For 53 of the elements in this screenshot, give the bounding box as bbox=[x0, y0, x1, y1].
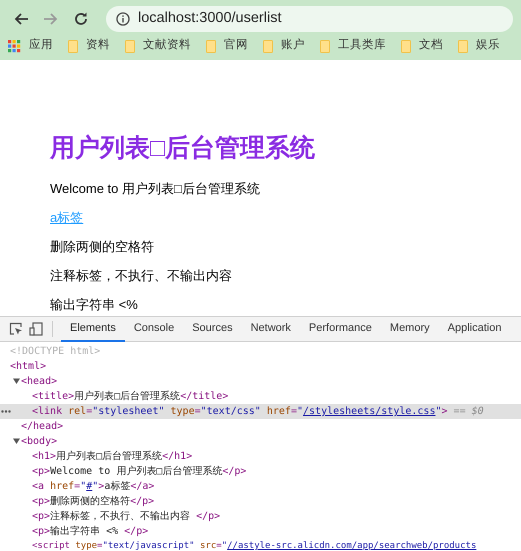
folder-icon bbox=[68, 40, 78, 52]
devtools-tab[interactable]: Console bbox=[124, 317, 184, 342]
paragraph: Welcome to 用户列表□后台管理系统 bbox=[50, 181, 261, 197]
devtools-tab[interactable]: Application bbox=[438, 317, 510, 342]
info-icon[interactable] bbox=[116, 12, 130, 26]
dom-line[interactable]: <a href="#">a标签</a> bbox=[0, 479, 521, 494]
devtools-tab[interactable]: Network bbox=[242, 317, 300, 342]
back-arrow-icon[interactable] bbox=[13, 11, 29, 27]
code-link[interactable]: /stylesheets/style.css bbox=[303, 406, 436, 417]
ellipsis-icon[interactable] bbox=[1, 410, 11, 413]
bookmark-item[interactable]: 文献资料 bbox=[125, 37, 191, 55]
bookmark-item[interactable]: 资料 bbox=[68, 37, 110, 55]
devtools-tab[interactable]: Elements bbox=[61, 317, 125, 342]
folder-icon bbox=[401, 40, 411, 52]
paragraph: 注释标签，不执行、不输出内容 bbox=[50, 268, 233, 284]
bookmark-item[interactable]: 文档 bbox=[401, 37, 443, 55]
dom-line[interactable]: </head> bbox=[0, 419, 521, 434]
dom-line[interactable]: <body> bbox=[0, 434, 521, 449]
folder-icon bbox=[458, 40, 468, 52]
page-heading: 用户列表□后台管理系统 bbox=[50, 133, 316, 163]
folder-icon bbox=[125, 40, 135, 52]
devtools-tab[interactable]: Performance bbox=[300, 317, 381, 342]
paragraph: 输出字符串 <% bbox=[50, 297, 139, 313]
dom-line[interactable]: <p>注释标签，不执行、不输出内容 </p> bbox=[0, 509, 521, 524]
dom-line[interactable]: <html> bbox=[0, 359, 521, 374]
bookmark-item[interactable]: 娱乐 bbox=[458, 37, 500, 55]
expand-arrow-icon[interactable] bbox=[12, 377, 21, 386]
folder-icon bbox=[206, 40, 216, 52]
apps-icon bbox=[8, 40, 21, 52]
dom-line[interactable]: <p>删除两侧的空格符</p> bbox=[0, 494, 521, 509]
bookmark-item[interactable]: 应用 bbox=[8, 37, 53, 55]
devtools-tab[interactable]: Memory bbox=[380, 317, 439, 342]
device-icon[interactable] bbox=[29, 322, 43, 336]
dom-line[interactable]: <p>Welcome to 用户列表□后台管理系统</p> bbox=[0, 464, 521, 479]
address-bar[interactable]: localhost:3000/userlist bbox=[106, 6, 513, 32]
url-text: localhost:3000/userlist bbox=[138, 9, 282, 28]
bookmark-item[interactable]: 账户 bbox=[263, 37, 305, 55]
dom-line[interactable]: <title>用户列表□后台管理系统</title> bbox=[0, 389, 521, 404]
reload-icon[interactable] bbox=[73, 11, 89, 27]
bookmark-item[interactable]: 官网 bbox=[206, 37, 248, 55]
code-link[interactable]: //astyle-src.alicdn.com/app/searchweb/products bbox=[227, 541, 476, 551]
code-link[interactable]: # bbox=[86, 481, 92, 492]
devtools-tab[interactable]: Sources bbox=[183, 317, 242, 342]
inspect-icon[interactable] bbox=[9, 322, 23, 336]
dom-line[interactable]: <p>输出字符串 <% </p> bbox=[0, 524, 521, 539]
expand-arrow-icon[interactable] bbox=[12, 437, 21, 446]
bookmark-item[interactable]: 工具类库 bbox=[320, 37, 386, 55]
dom-line[interactable]: <h1>用户列表□后台管理系统</h1> bbox=[0, 449, 521, 464]
dom-line[interactable]: <script type="text/javascript" src="//astyle-src.alicdn.com/app/searchweb/products bbox=[0, 539, 521, 551]
folder-icon bbox=[320, 40, 330, 52]
paragraph: 删除两侧的空格符 bbox=[50, 239, 155, 255]
dom-line[interactable]: <head> bbox=[0, 374, 521, 389]
folder-icon bbox=[263, 40, 273, 52]
